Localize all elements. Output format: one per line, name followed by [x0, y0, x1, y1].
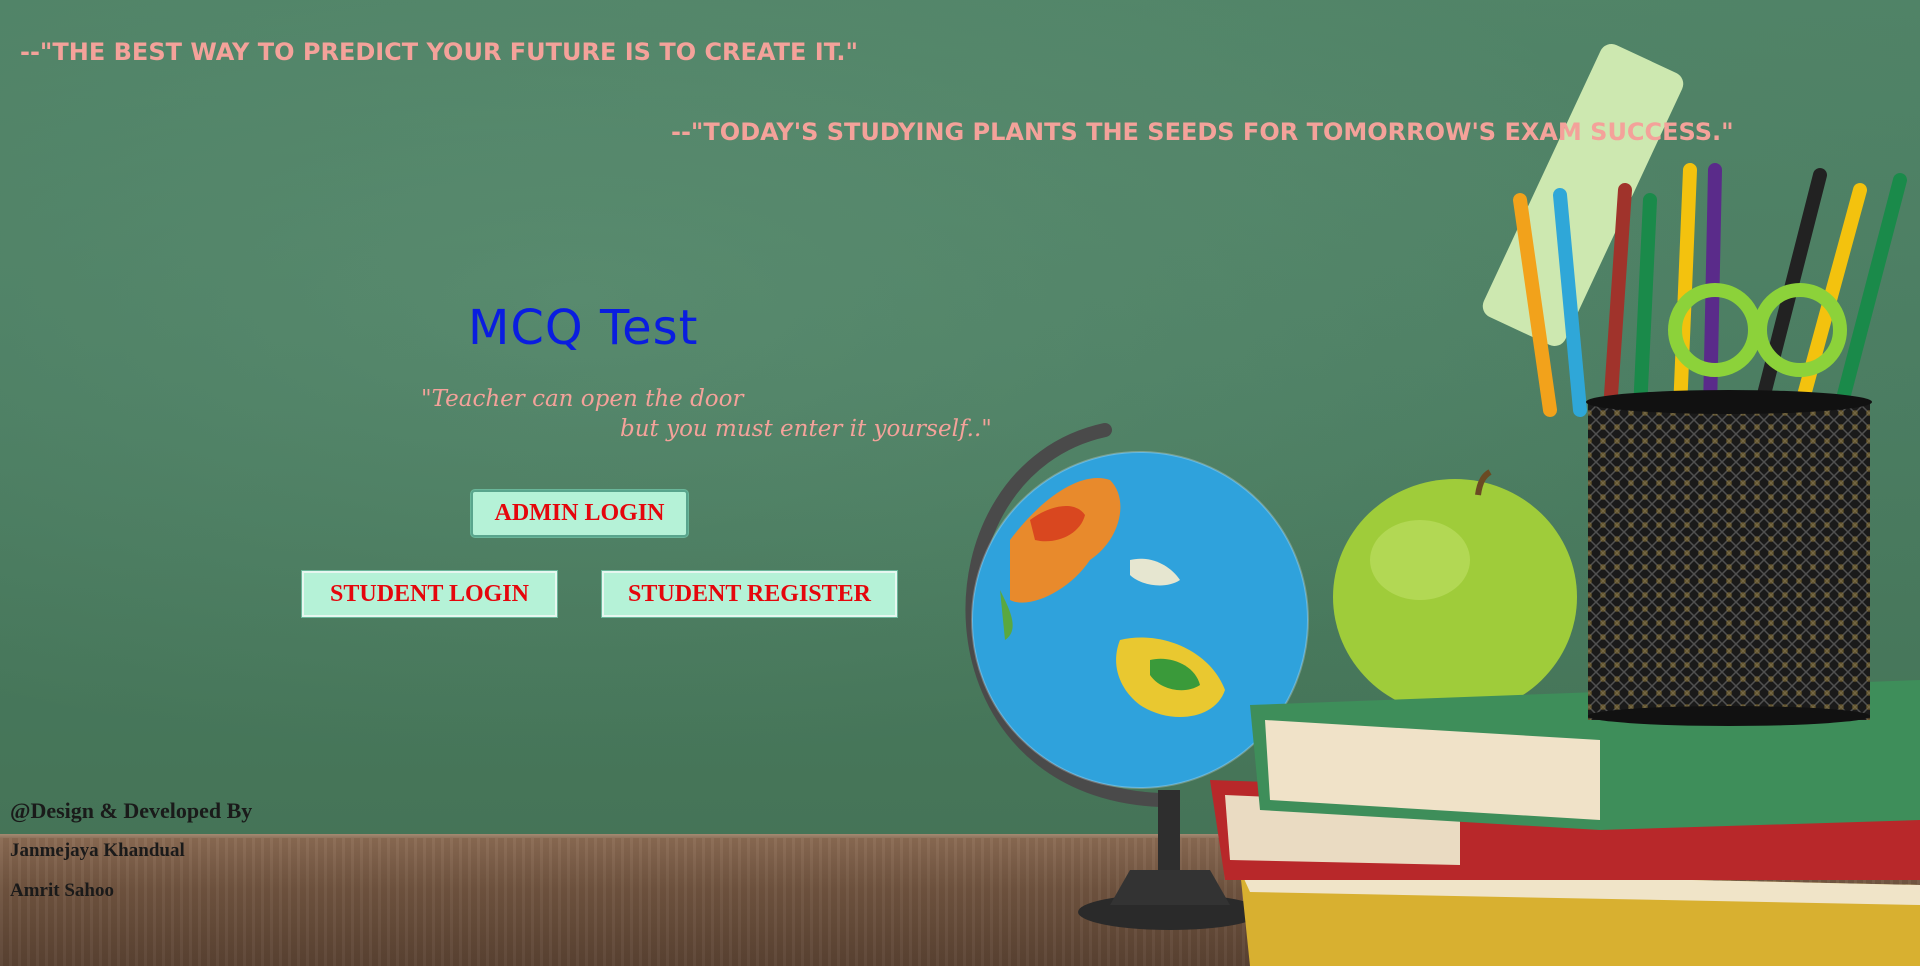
tagline-line-2: but you must enter it yourself.." — [620, 416, 992, 442]
tagline-line-1: "Teacher can open the door — [421, 386, 744, 412]
student-login-button[interactable]: STUDENT LOGIN — [302, 571, 557, 617]
credits-heading: @Design & Developed By — [10, 798, 253, 823]
apple-icon — [1333, 469, 1577, 715]
quote-studying: --"TODAY'S STUDYING PLANTS THE SEEDS FOR… — [671, 118, 1734, 146]
quote-future: --"THE BEST WAY TO PREDICT YOUR FUTURE I… — [20, 38, 859, 66]
page-title: MCQ Test — [468, 300, 699, 356]
student-register-button[interactable]: STUDENT REGISTER — [602, 571, 897, 617]
admin-login-button[interactable]: ADMIN LOGIN — [471, 490, 688, 537]
developer-name: Janmejaya Khandual — [10, 840, 185, 861]
developer-name: Amrit Sahoo — [10, 880, 114, 901]
